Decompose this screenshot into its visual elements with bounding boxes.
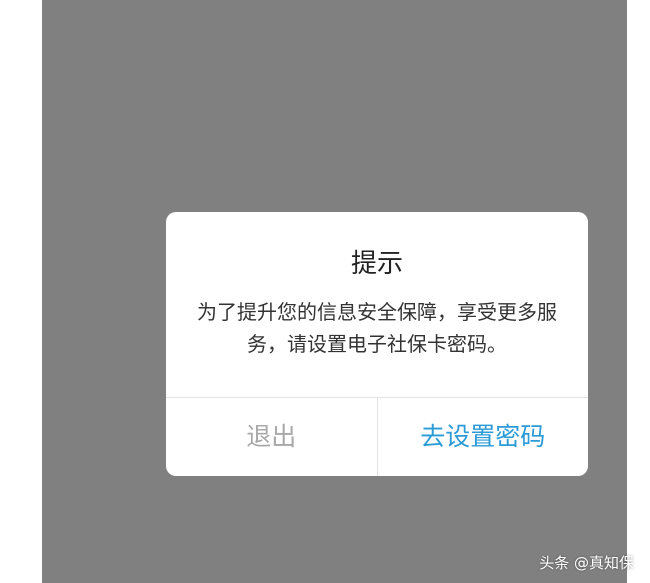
dimmed-screen-overlay: 提示 为了提升您的信息安全保障，享受更多服务，请设置电子社保卡密码。 退出 去设… xyxy=(42,0,627,583)
dialog-message: 为了提升您的信息安全保障，享受更多服务，请设置电子社保卡密码。 xyxy=(197,300,557,356)
watermark-text: 头条 @真知保 xyxy=(539,554,634,572)
alert-dialog: 提示 为了提升您的信息安全保障，享受更多服务，请设置电子社保卡密码。 退出 去设… xyxy=(166,212,588,476)
dialog-title: 提示 xyxy=(350,249,403,279)
dialog-actions: 退出 去设置密码 xyxy=(166,397,588,476)
exit-button[interactable]: 退出 xyxy=(166,398,378,476)
set-password-button[interactable]: 去设置密码 xyxy=(378,398,589,476)
page: 提示 为了提升您的信息安全保障，享受更多服务，请设置电子社保卡密码。 退出 去设… xyxy=(0,0,650,583)
